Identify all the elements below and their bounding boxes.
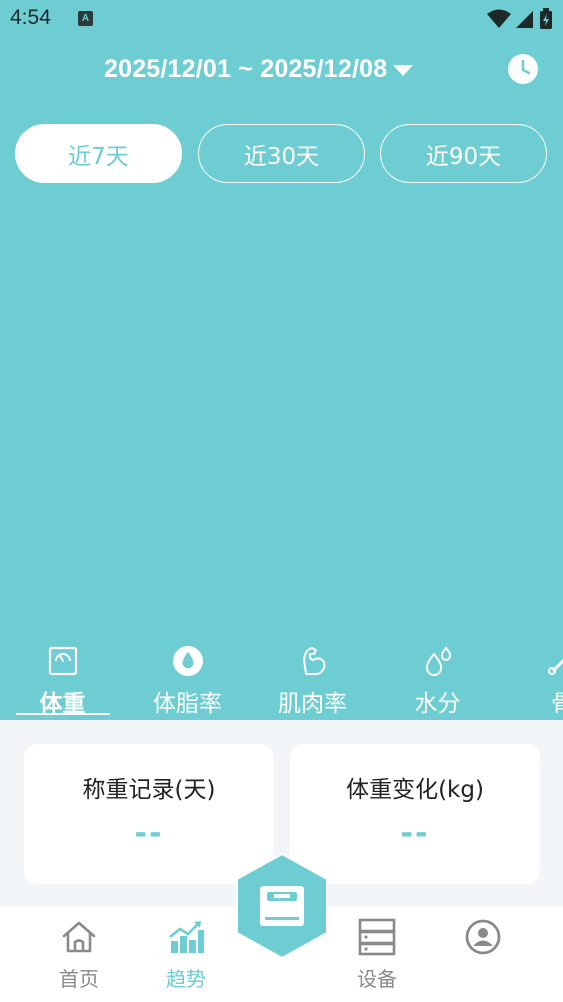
status-icons bbox=[487, 8, 553, 30]
weight-change-title: 体重变化(kg) bbox=[346, 777, 484, 803]
water-icon bbox=[425, 646, 451, 676]
metric-tabs: 体重 体脂率 肌肉率 水分 骨 bbox=[0, 640, 563, 720]
nav-trend[interactable]: 趋势 bbox=[136, 907, 236, 1002]
range-7-days-button[interactable]: 近7天 bbox=[15, 124, 182, 183]
profile-icon bbox=[465, 919, 501, 955]
muscle-icon bbox=[302, 647, 325, 675]
tab-body-fat[interactable]: 体脂率 bbox=[125, 640, 250, 720]
weigh-record-value: -- bbox=[134, 816, 164, 851]
tab-bone[interactable]: 骨 bbox=[500, 640, 563, 720]
tab-water-label: 水分 bbox=[414, 691, 461, 717]
chart-icon bbox=[169, 921, 204, 953]
status-time: 4:54 bbox=[10, 6, 51, 29]
scale-icon bbox=[48, 646, 77, 676]
weigh-record-title: 称重记录(天) bbox=[82, 777, 216, 803]
range-30-days-button[interactable]: 近30天 bbox=[198, 124, 365, 183]
nav-home[interactable]: 首页 bbox=[29, 907, 129, 1002]
weight-change-value: -- bbox=[400, 816, 430, 851]
nav-profile[interactable] bbox=[433, 907, 533, 1002]
wifi-icon bbox=[487, 9, 511, 28]
trend-chart-area bbox=[0, 200, 563, 630]
scale-icon bbox=[260, 886, 304, 926]
tab-body-fat-label: 体脂率 bbox=[153, 691, 222, 717]
tab-water[interactable]: 水分 bbox=[375, 640, 500, 720]
battery-icon bbox=[540, 8, 552, 29]
date-range-text: 2025/12/01 ~ 2025/12/08 bbox=[104, 54, 388, 83]
status-bar: 4:54 A bbox=[0, 0, 563, 38]
nav-device-label: 设备 bbox=[357, 967, 397, 991]
notification-icon: A bbox=[78, 11, 93, 26]
signal-icon bbox=[516, 11, 533, 28]
range-90-days-button[interactable]: 近90天 bbox=[380, 124, 547, 183]
weigh-button[interactable] bbox=[234, 852, 330, 960]
nav-trend-label: 趋势 bbox=[166, 967, 206, 991]
drop-icon bbox=[172, 646, 203, 676]
nav-home-label: 首页 bbox=[59, 967, 99, 991]
clock-icon[interactable] bbox=[507, 53, 539, 85]
tab-muscle-label: 肌肉率 bbox=[278, 691, 347, 717]
tab-bone-label: 骨 bbox=[551, 691, 563, 717]
bone-icon bbox=[547, 658, 563, 675]
tab-weight[interactable]: 体重 bbox=[0, 640, 125, 720]
date-range-selector[interactable]: 2025/12/01 ~ 2025/12/08 bbox=[104, 52, 414, 86]
tab-underline bbox=[16, 713, 110, 715]
tab-muscle[interactable]: 肌肉率 bbox=[250, 640, 375, 720]
nav-device[interactable]: 设备 bbox=[327, 907, 427, 1002]
home-icon bbox=[62, 921, 96, 953]
device-icon bbox=[358, 918, 396, 956]
caret-down-icon bbox=[393, 65, 414, 76]
